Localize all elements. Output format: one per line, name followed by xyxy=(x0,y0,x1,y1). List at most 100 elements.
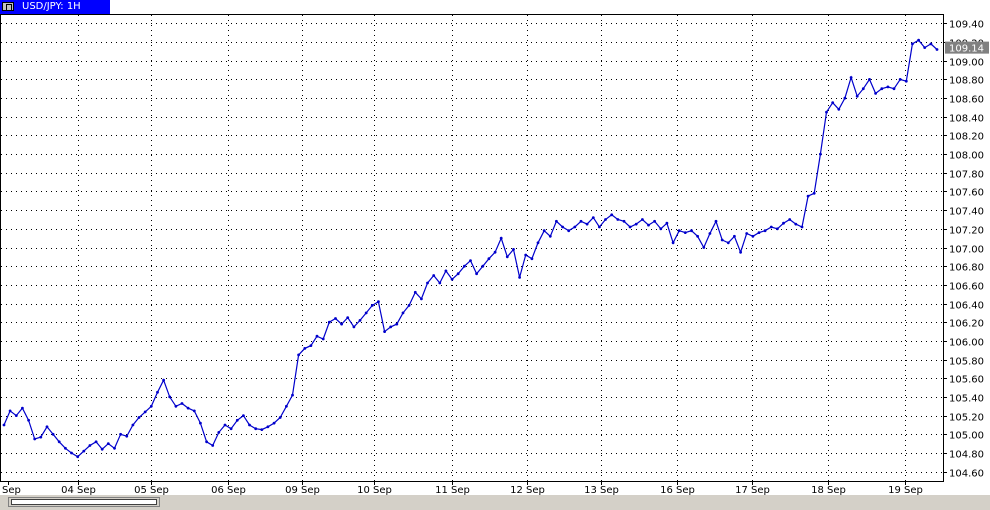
price-point xyxy=(524,253,528,257)
y-tick-label: 108.80 xyxy=(949,76,984,87)
price-point xyxy=(278,416,282,419)
price-point xyxy=(113,446,116,450)
y-tick-label: 108.00 xyxy=(949,151,984,162)
price-point xyxy=(671,241,675,245)
price-point xyxy=(505,255,509,259)
price-point xyxy=(825,110,828,114)
y-tick-label: 104.60 xyxy=(949,469,984,480)
x-tick-label: 06 Sep xyxy=(211,485,246,495)
price-point xyxy=(106,442,110,445)
price-point xyxy=(622,219,626,223)
price-point xyxy=(616,218,620,221)
price-point xyxy=(819,152,822,156)
price-point xyxy=(898,78,902,81)
price-point xyxy=(254,427,258,431)
x-tick-label: 05 Sep xyxy=(134,485,169,495)
price-point xyxy=(358,319,362,322)
y-tick-label: 105.60 xyxy=(949,375,984,386)
y-tick-label: 105.00 xyxy=(949,431,984,442)
price-point xyxy=(739,250,742,254)
price-point xyxy=(303,347,307,350)
price-point xyxy=(137,416,141,419)
price-point xyxy=(51,432,55,436)
price-point xyxy=(733,234,736,238)
price-point xyxy=(334,317,337,320)
y-tick-label: 106.40 xyxy=(949,301,984,312)
price-point xyxy=(647,223,650,227)
price-point xyxy=(604,218,607,221)
price-chart[interactable]: 104.60 104.80 105.00 105.20 105.40 105.60 105.… xyxy=(0,0,990,495)
price-point xyxy=(432,274,436,277)
scrollbar-thumb[interactable] xyxy=(11,499,157,505)
price-point xyxy=(917,38,920,42)
price-point xyxy=(352,325,356,329)
price-point xyxy=(321,337,325,341)
price-point xyxy=(100,447,104,451)
price-point xyxy=(242,414,245,417)
price-point xyxy=(229,427,233,431)
price-point xyxy=(174,404,178,408)
price-point xyxy=(438,281,442,285)
price-point xyxy=(149,404,153,408)
price-point xyxy=(156,390,159,394)
price-point xyxy=(487,257,491,261)
y-tick-label: 105.20 xyxy=(949,413,984,424)
price-point xyxy=(33,437,37,441)
price-point xyxy=(518,276,521,279)
price-point xyxy=(125,434,129,438)
price-point xyxy=(929,42,933,46)
y-tick-label: 104.80 xyxy=(949,450,984,461)
y-tick-label: 107.40 xyxy=(949,207,984,218)
price-point xyxy=(751,234,755,238)
price-point xyxy=(481,264,485,268)
price-point xyxy=(880,87,884,91)
price-point xyxy=(794,222,798,226)
price-point xyxy=(868,78,871,81)
price-point xyxy=(806,194,810,198)
price-point xyxy=(776,227,779,231)
y-tick-label: 107.80 xyxy=(949,170,984,181)
price-point xyxy=(285,404,288,408)
x-tick-label: 09 Sep xyxy=(285,485,320,495)
price-point xyxy=(88,444,92,447)
price-point xyxy=(143,410,147,414)
x-tick-label: 10 Sep xyxy=(357,485,392,495)
price-point xyxy=(377,300,380,304)
price-point xyxy=(94,440,98,444)
price-point xyxy=(180,402,184,405)
price-point xyxy=(340,322,343,326)
price-point xyxy=(383,330,386,333)
x-tick-label: 17 Sep xyxy=(735,485,770,495)
price-point xyxy=(935,48,939,51)
price-point xyxy=(475,272,478,276)
price-point xyxy=(266,425,270,429)
price-point xyxy=(542,229,546,233)
price-point xyxy=(837,107,841,111)
price-point xyxy=(499,236,503,240)
current-price-label: 109.14 xyxy=(949,44,984,55)
y-tick-label: 106.00 xyxy=(949,338,984,349)
price-point xyxy=(892,87,896,91)
x-tick-label: 19 Sep xyxy=(888,485,923,495)
price-point xyxy=(162,378,166,382)
price-point xyxy=(389,325,393,329)
price-point xyxy=(248,423,251,427)
price-point xyxy=(64,446,67,450)
price-point xyxy=(186,406,190,410)
price-point xyxy=(223,423,227,427)
y-tick-label: 106.20 xyxy=(949,319,984,330)
horizontal-scrollbar[interactable] xyxy=(8,497,160,507)
price-point xyxy=(192,409,196,413)
price-point xyxy=(205,440,209,444)
x-tick-label: 16 Sep xyxy=(660,485,695,495)
x-tick-label: 12 Sep xyxy=(510,485,545,495)
y-tick-label: 106.80 xyxy=(949,263,984,274)
price-point xyxy=(714,219,718,223)
price-point xyxy=(8,409,12,413)
price-point xyxy=(211,444,215,447)
price-point xyxy=(561,225,564,229)
y-tick-label: 107.00 xyxy=(949,245,984,256)
price-point xyxy=(555,219,558,223)
y-tick-label: 108.20 xyxy=(949,132,984,143)
price-point xyxy=(696,234,699,238)
